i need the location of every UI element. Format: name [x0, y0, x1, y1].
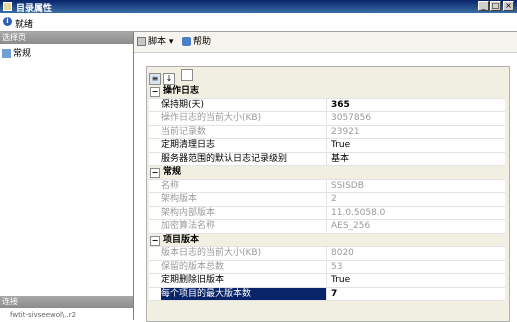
help-icon: [182, 37, 191, 46]
property-value: 2: [331, 194, 337, 204]
property-value[interactable]: True: [331, 274, 350, 286]
minimize-button[interactable]: _: [478, 1, 489, 11]
property-name: 保留的版本总数: [161, 260, 327, 273]
property-pages-icon[interactable]: [181, 69, 193, 81]
alphabetical-sort-icon[interactable]: ↓: [163, 73, 175, 85]
property-grid: − 操作日志 保持期(天) 365 操作日志的当前大小(KB) 3057856 当前记录数 2…: [149, 85, 505, 301]
grid-toolbar: ≡ ↓: [149, 69, 195, 85]
info-icon: i: [3, 17, 12, 26]
property-row[interactable]: 操作日志的当前大小(KB) 3057856: [149, 112, 505, 126]
property-value: 53: [331, 261, 343, 272]
property-value[interactable]: True: [331, 139, 350, 151]
categorized-view-icon[interactable]: ≡: [149, 73, 161, 85]
category-label: 常规: [163, 167, 182, 177]
toolbar: 脚本 ▾ 帮助: [134, 32, 517, 53]
property-value: 11.0.5058.0: [331, 207, 386, 218]
property-row[interactable]: 保持期(天) 365: [149, 98, 505, 112]
property-name: 服务器范围的默认日志记录级别: [161, 152, 327, 165]
property-grid-area: ≡ ↓ − 操作日志 保持期(天) 365 操作日志的当前大小(KB) 3057856 当前记…: [146, 66, 510, 322]
property-value: AES_256: [331, 221, 371, 231]
page-icon: [2, 49, 11, 58]
property-row[interactable]: 加密算法名称 AES_256: [149, 220, 505, 234]
collapse-icon[interactable]: −: [150, 235, 160, 246]
help-button[interactable]: 帮助: [182, 36, 211, 48]
script-label: 脚本: [148, 37, 167, 47]
select-page-header: 选择页: [0, 32, 133, 44]
maximize-button[interactable]: □: [490, 1, 501, 11]
connection-header: 连接: [0, 296, 133, 308]
property-name: 名称: [161, 179, 327, 192]
property-value: 8020: [331, 248, 354, 258]
category-header[interactable]: − 常规: [149, 166, 505, 180]
property-value: 3057856: [331, 113, 372, 123]
collapse-icon[interactable]: −: [150, 168, 160, 178]
property-name: 定期删除旧版本: [161, 274, 327, 286]
property-row[interactable]: 服务器范围的默认日志记录级别 基本: [149, 152, 505, 166]
status-bar: i 就绪: [0, 13, 517, 32]
property-row[interactable]: 架构内部版本 11.0.5058.0: [149, 206, 505, 220]
property-row[interactable]: 版本日志的当前大小(KB) 8020: [149, 247, 505, 261]
connection-text: fwtit-sivseewol\..r2: [10, 311, 77, 319]
property-name: 操作日志的当前大小(KB): [161, 112, 327, 124]
category-label: 操作日志: [163, 86, 200, 96]
property-value[interactable]: 365: [331, 99, 350, 111]
property-row[interactable]: 当前记录数 23921: [149, 125, 505, 139]
status-text: 就绪: [15, 20, 34, 30]
category-label: 项目版本: [163, 234, 200, 245]
category-header[interactable]: − 项目版本: [149, 233, 505, 247]
property-row[interactable]: 保留的版本总数 53: [149, 260, 505, 274]
title-bar: 目录属性 _ □ ×: [0, 0, 517, 14]
property-row[interactable]: 定期清理日志 True: [149, 139, 505, 153]
close-button[interactable]: ×: [503, 1, 514, 11]
property-name: 架构内部版本: [161, 206, 327, 219]
script-button[interactable]: 脚本 ▾: [137, 36, 173, 48]
nav-item-label: 常规: [13, 49, 32, 59]
left-pane: 选择页 常规 连接: [0, 32, 134, 320]
category-header[interactable]: − 操作日志: [149, 85, 505, 99]
property-name: 版本日志的当前大小(KB): [161, 247, 327, 259]
property-name: 架构版本: [161, 193, 327, 205]
property-row[interactable]: 定期删除旧版本 True: [149, 274, 505, 288]
script-icon: [137, 37, 146, 46]
property-row[interactable]: 每个项目的最大版本数 7: [149, 287, 505, 301]
property-row[interactable]: 架构版本 2: [149, 193, 505, 207]
property-name: 保持期(天): [161, 98, 327, 111]
property-value[interactable]: 7: [331, 288, 337, 300]
nav-item-general[interactable]: 常规: [2, 46, 31, 59]
app-icon: [3, 2, 12, 11]
property-name: 当前记录数: [161, 125, 327, 138]
property-row[interactable]: 名称 SSISDB: [149, 179, 505, 193]
collapse-icon[interactable]: −: [150, 87, 160, 97]
property-value[interactable]: 基本: [331, 153, 349, 165]
property-value: 23921: [331, 126, 360, 137]
property-name: 每个项目的最大版本数: [161, 287, 327, 300]
property-name: 定期清理日志: [161, 139, 327, 151]
main-pane: 脚本 ▾ 帮助 ≡ ↓ − 操作日志 保持期(天) 365 操作日志的当前大小(KB) 30…: [134, 32, 517, 322]
property-value: SSISDB: [331, 180, 364, 191]
help-label: 帮助: [193, 37, 212, 47]
property-name: 加密算法名称: [161, 220, 327, 232]
